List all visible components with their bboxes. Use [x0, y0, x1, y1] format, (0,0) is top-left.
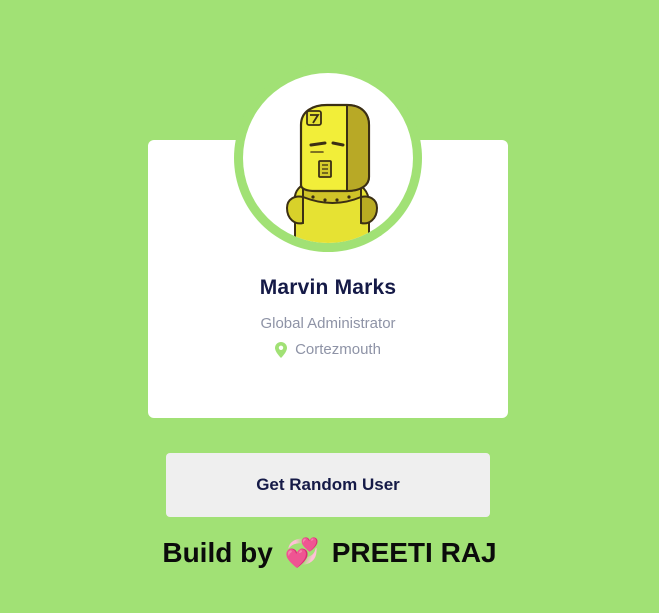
- user-location-text: Cortezmouth: [295, 341, 381, 358]
- heart-emoji-icon: 💞: [284, 537, 320, 568]
- location-pin-icon: [275, 341, 288, 358]
- footer-prefix: Build by: [162, 536, 273, 568]
- get-random-user-button[interactable]: Get Random User: [166, 453, 490, 517]
- user-name: Marvin Marks: [259, 276, 397, 299]
- avatar: [243, 73, 413, 243]
- robot-avatar-icon: [285, 103, 379, 243]
- footer-credit: Build by 💞 PREETI RAJ: [0, 536, 659, 569]
- footer-author: PREETI RAJ: [331, 536, 497, 568]
- user-title: Global Administrator: [260, 315, 396, 332]
- user-location: Cortezmouth: [148, 341, 508, 358]
